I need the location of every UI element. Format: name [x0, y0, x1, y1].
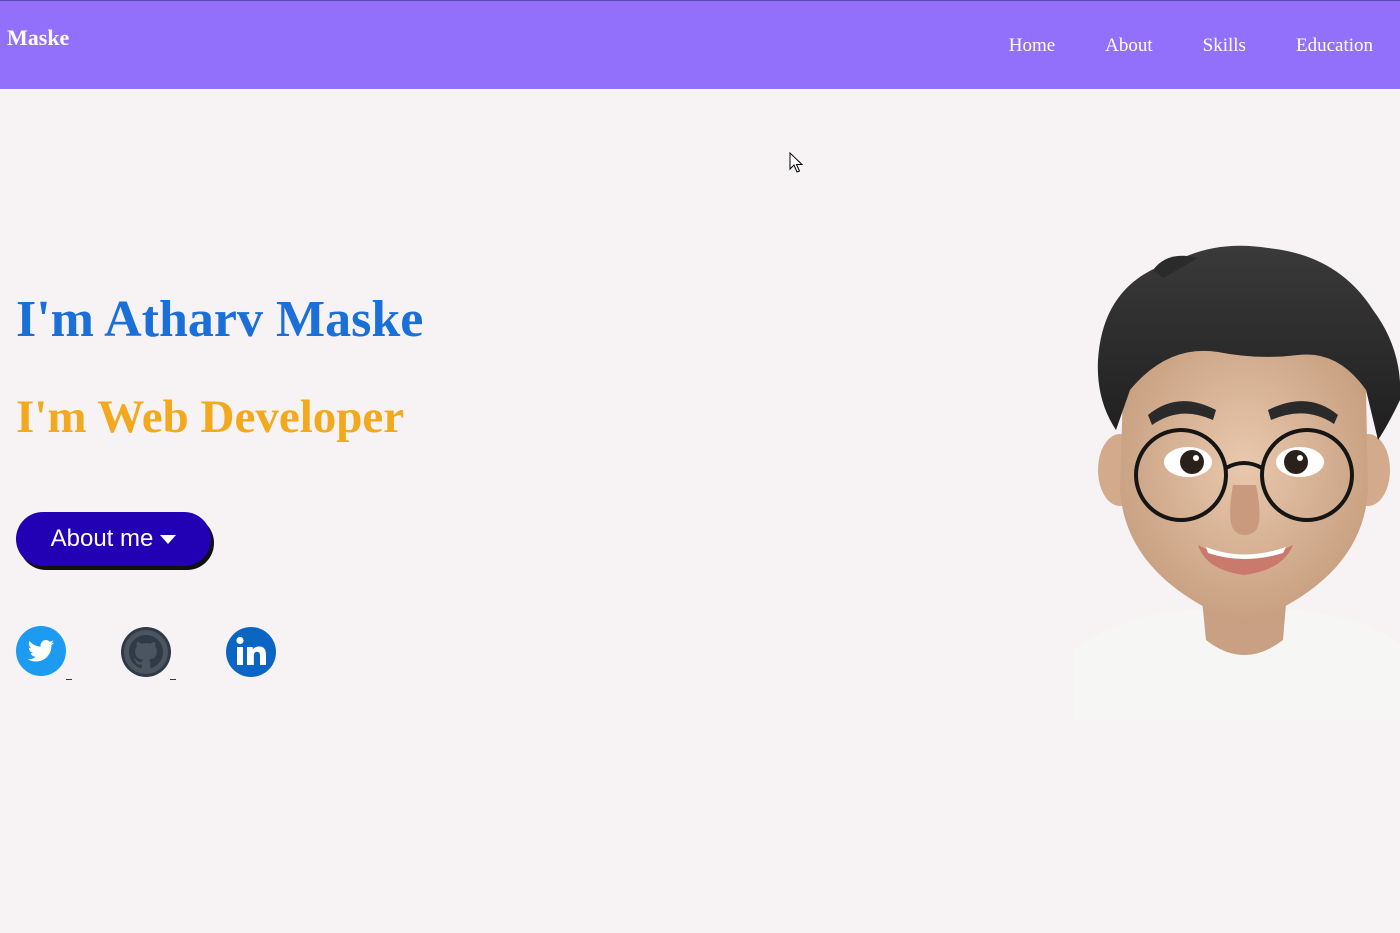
github-icon — [121, 627, 171, 677]
linkedin-link[interactable] — [225, 626, 281, 680]
caret-down-icon — [160, 534, 177, 544]
twitter-icon — [16, 626, 66, 676]
linkedin-icon — [226, 627, 276, 677]
about-me-button[interactable]: About me — [16, 512, 211, 566]
brand-logo[interactable]: Maske — [7, 25, 69, 51]
nav-link-about[interactable]: About — [1105, 35, 1153, 57]
github-link[interactable] — [120, 626, 176, 680]
memoji-avatar — [1068, 245, 1400, 720]
nav-links: Home About Skills Education — [1009, 34, 1400, 58]
about-me-label: About me — [50, 525, 154, 552]
hero-subtitle: I'm Web Developer — [16, 391, 405, 443]
nav-link-skills[interactable]: Skills — [1203, 35, 1246, 57]
nav-link-home[interactable]: Home — [1009, 35, 1055, 57]
twitter-link[interactable] — [16, 626, 72, 680]
mouse-cursor-icon — [789, 152, 804, 173]
link-underline — [66, 679, 72, 680]
link-underline — [170, 679, 176, 680]
nav-link-education[interactable]: Education — [1296, 35, 1373, 57]
navbar: Maske Home About Skills Education — [0, 0, 1400, 89]
hero-title: I'm Atharv Maske — [16, 291, 424, 348]
